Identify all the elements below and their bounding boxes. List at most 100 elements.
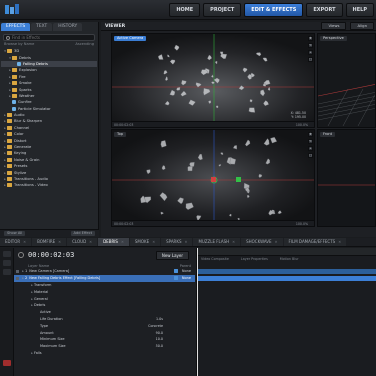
nav-export[interactable]: EXPORT (306, 3, 343, 17)
effect-tab[interactable]: FILM DAMAGE/EFFECTS ✕ (283, 238, 347, 246)
close-icon[interactable]: ✕ (89, 238, 92, 246)
zoom-tool-icon[interactable]: + (308, 50, 313, 55)
effect-tab[interactable]: CLOUD ✕ (67, 238, 98, 246)
rotate-tool-icon[interactable]: ↻ (308, 43, 313, 48)
top-fit-tool-icon[interactable]: □ (308, 153, 313, 158)
hand-tool-icon[interactable] (2, 269, 11, 275)
folder-icon (7, 125, 12, 130)
close-icon[interactable]: ✕ (23, 238, 26, 246)
property-value[interactable]: 50.0 (156, 344, 163, 348)
clock-icon (18, 252, 24, 258)
tab-text[interactable]: TEXT (31, 23, 53, 31)
close-icon[interactable]: ✕ (232, 238, 235, 246)
pen-tool-icon[interactable] (2, 260, 11, 266)
property-row[interactable]: Amount 90.0 (14, 329, 195, 336)
viewport-perspective[interactable]: Perspective (317, 33, 376, 128)
close-icon[interactable]: ✕ (121, 238, 124, 246)
active-camera-label[interactable]: Active Camera (114, 36, 147, 41)
select-tool-icon[interactable] (2, 251, 11, 257)
viewport-top[interactable]: Top ✥ ↻ + □ 00:00:02:03 100.0% (111, 129, 315, 227)
effect-tab[interactable]: DEBRIS ✕ (98, 238, 129, 246)
property-row[interactable]: ▸ Transform (14, 282, 195, 289)
nav-help[interactable]: HELP (345, 3, 374, 17)
effect-tab[interactable]: SMOKE ✕ (129, 238, 161, 246)
viewport-front[interactable]: Front (317, 129, 376, 227)
new-layer-button[interactable]: New Layer (155, 251, 189, 260)
property-row[interactable]: Life Duration 1.0s (14, 316, 195, 323)
nav-project[interactable]: PROJECT (203, 3, 242, 17)
property-value[interactable]: Concrete (148, 324, 163, 328)
tab-effects[interactable]: EFFECTS (1, 23, 31, 31)
layer-parent[interactable]: None (182, 276, 191, 280)
effect-tree-label: Transitions - Video (14, 183, 48, 188)
property-row[interactable]: Minimum Size 10.0 (14, 336, 195, 343)
record-icon[interactable] (2, 360, 11, 366)
effect-tree-item[interactable]: ▸ Transitions - Video (1, 182, 97, 188)
effects-search[interactable] (3, 34, 95, 41)
sort-order-label[interactable]: Ascending (75, 41, 94, 48)
property-row[interactable]: ▸ Debris (14, 302, 195, 309)
nav-edit-effects[interactable]: EDIT & EFFECTS (244, 3, 304, 17)
visibility-toggle[interactable] (16, 269, 19, 273)
effect-tab[interactable]: EDITOR ✕ (0, 238, 32, 246)
tab-history[interactable]: HISTORY (53, 23, 83, 31)
layer-color-swatch[interactable] (173, 269, 178, 274)
playhead[interactable] (197, 248, 198, 376)
visibility-toggle[interactable] (16, 276, 19, 280)
viewport-active-camera[interactable]: Active Camera ✥ ↻ + □ X: 481.50 Y: 195.0… (111, 33, 315, 128)
views-dropdown[interactable]: Views (321, 22, 347, 30)
viewport-timecode: 00:00:02:03 (114, 122, 134, 127)
front-view-label[interactable]: Front (320, 132, 336, 137)
app-logo-icon (5, 4, 19, 14)
effect-tab[interactable]: BOMFIRE ✕ (32, 238, 67, 246)
debris-track-bar[interactable] (197, 276, 376, 281)
property-row[interactable]: Type Concrete (14, 322, 195, 329)
effect-tree-label: Audio (14, 113, 25, 118)
property-label: Maximum Size (40, 344, 66, 349)
timeline-header: 00:00:02:03 New Layer (14, 248, 195, 262)
add-effect-button[interactable]: Add Effect (70, 231, 95, 236)
close-icon[interactable]: ✕ (58, 238, 61, 246)
property-value[interactable]: 10.0 (156, 337, 163, 341)
close-icon[interactable]: ✕ (152, 238, 155, 246)
nav-home[interactable]: HOME (169, 3, 201, 17)
property-row[interactable]: Maximum Size 50.0 (14, 343, 195, 350)
layer-row[interactable]: ▸ 1 New Camera [Camera] None (14, 268, 195, 275)
close-icon[interactable]: ✕ (338, 238, 341, 246)
property-value[interactable]: 90.0 (156, 331, 163, 335)
move-tool-icon[interactable]: ✥ (308, 36, 313, 41)
top-zoom-tool-icon[interactable]: + (308, 146, 313, 151)
time-ruler[interactable] (197, 248, 376, 256)
top-bar: HOME PROJECT EDIT & EFFECTS EXPORT HELP (0, 0, 376, 20)
layer-parent[interactable]: None (182, 269, 191, 273)
property-row[interactable]: ▸ Falls (14, 350, 195, 357)
camera-track-bar[interactable] (197, 269, 376, 274)
top-view-label[interactable]: Top (114, 132, 127, 137)
property-row[interactable]: Active (14, 309, 195, 316)
property-value[interactable]: 1.0s (156, 317, 163, 321)
effect-tab[interactable]: SHOCKWAVE ✕ (241, 238, 283, 246)
effect-tab[interactable]: MUZZLE FLASH ✕ (193, 238, 241, 246)
layer-number: 1 (25, 269, 28, 274)
layer-row[interactable]: ▸ 2 New Falling Debris Effect [Falling Deb… (14, 274, 195, 282)
effects-search-input[interactable] (4, 35, 94, 40)
close-icon[interactable]: ✕ (275, 238, 278, 246)
close-icon[interactable]: ✕ (185, 238, 188, 246)
sort-by-label[interactable]: Browse by Name (4, 41, 34, 48)
timeline-timecode[interactable]: 00:00:02:03 (28, 251, 74, 259)
top-move-tool-icon[interactable]: ✥ (308, 132, 313, 137)
fit-tool-icon[interactable]: □ (308, 57, 313, 62)
layer-color-swatch[interactable] (173, 276, 178, 281)
timeline-tracks[interactable]: Video Composite Layer Properties Motion … (196, 248, 376, 376)
effect-tree-label: Explosion (19, 68, 37, 73)
property-row[interactable]: ▸ General (14, 295, 195, 302)
viewport-zoom[interactable]: 100.0% (296, 123, 308, 127)
top-rotate-tool-icon[interactable]: ↻ (308, 139, 313, 144)
perspective-label[interactable]: Perspective (320, 36, 347, 41)
align-dropdown[interactable]: Align (350, 22, 374, 30)
property-row[interactable]: ▸ Material (14, 288, 195, 295)
top-view-zoom[interactable]: 100.0% (296, 222, 308, 226)
show-all-button[interactable]: Show All (4, 231, 26, 236)
effect-tree-label: Channel (14, 125, 30, 130)
effect-tab[interactable]: SPARKS ✕ (161, 238, 193, 246)
